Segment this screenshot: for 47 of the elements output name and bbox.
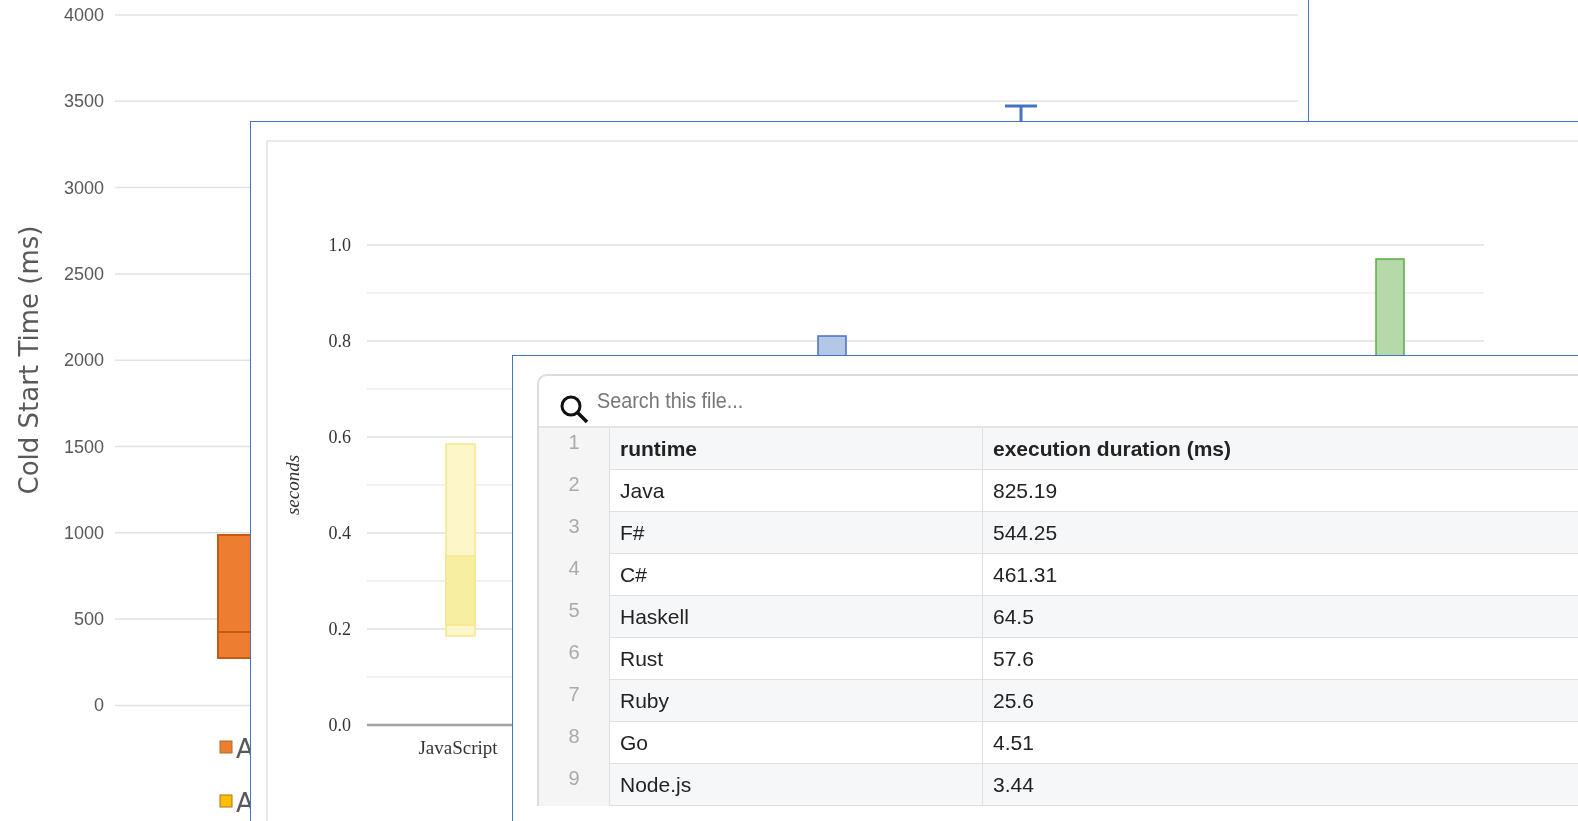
axis-tick-label: 1000 — [63, 522, 104, 543]
line-number: 7 — [539, 680, 609, 722]
axis-tick-label: 0 — [94, 695, 104, 716]
line-number: 4 — [539, 554, 609, 596]
table-cell: 4.51 — [982, 722, 1578, 764]
axis-tick-label: 3500 — [63, 91, 104, 112]
line-number: 3 — [539, 512, 609, 554]
table-cell: 64.5 — [982, 596, 1578, 638]
axis-tick-label: 0.0 — [328, 715, 351, 735]
line-number: 2 — [539, 470, 609, 512]
table-cell: Haskell — [609, 596, 982, 638]
line-number: 9 — [539, 764, 609, 806]
axis-tick-label: 1500 — [63, 436, 104, 457]
column-header: execution duration (ms) — [982, 428, 1578, 470]
table-cell: 3.44 — [982, 764, 1578, 806]
axis-tick-label: 0.4 — [328, 523, 351, 543]
table-cell: F# — [609, 512, 982, 554]
table-cell: 825.19 — [982, 470, 1578, 512]
axis-tick-label: 4000 — [63, 5, 104, 25]
line-number: 8 — [539, 722, 609, 764]
column-header: runtime — [609, 428, 982, 470]
table-cell: Go — [609, 722, 982, 764]
table-cell: 57.6 — [982, 638, 1578, 680]
axis-tick-label: 500 — [73, 609, 104, 630]
table-cell: Java — [609, 470, 982, 512]
table-cell: 25.6 — [982, 680, 1578, 722]
axis-title: Cold Start Time (ms) — [14, 225, 44, 495]
search-icon — [559, 394, 589, 424]
axis-tick-label: 0.8 — [328, 331, 351, 351]
table-cell: Rust — [609, 638, 982, 680]
category-label: JavaScript — [418, 737, 498, 758]
axis-tick-label: 0.2 — [328, 619, 351, 639]
axis-tick-label: 2000 — [63, 350, 104, 371]
table-cell: Node.js — [609, 764, 982, 806]
axis-tick-label: 3000 — [63, 177, 104, 198]
axis-tick-label: 1.0 — [328, 235, 351, 255]
table-cell: 461.31 — [982, 554, 1578, 596]
table-cell: Ruby — [609, 680, 982, 722]
line-number: 5 — [539, 596, 609, 638]
search-field[interactable]: Search this file... — [597, 384, 957, 418]
table-cell: 544.25 — [982, 512, 1578, 554]
axis-tick-label: 2500 — [63, 263, 104, 284]
axis-tick-label: 0.6 — [328, 427, 351, 447]
axis-title: seconds — [282, 454, 303, 516]
table-cell: C# — [609, 554, 982, 596]
line-number: 6 — [539, 638, 609, 680]
line-number: 1 — [539, 428, 609, 470]
